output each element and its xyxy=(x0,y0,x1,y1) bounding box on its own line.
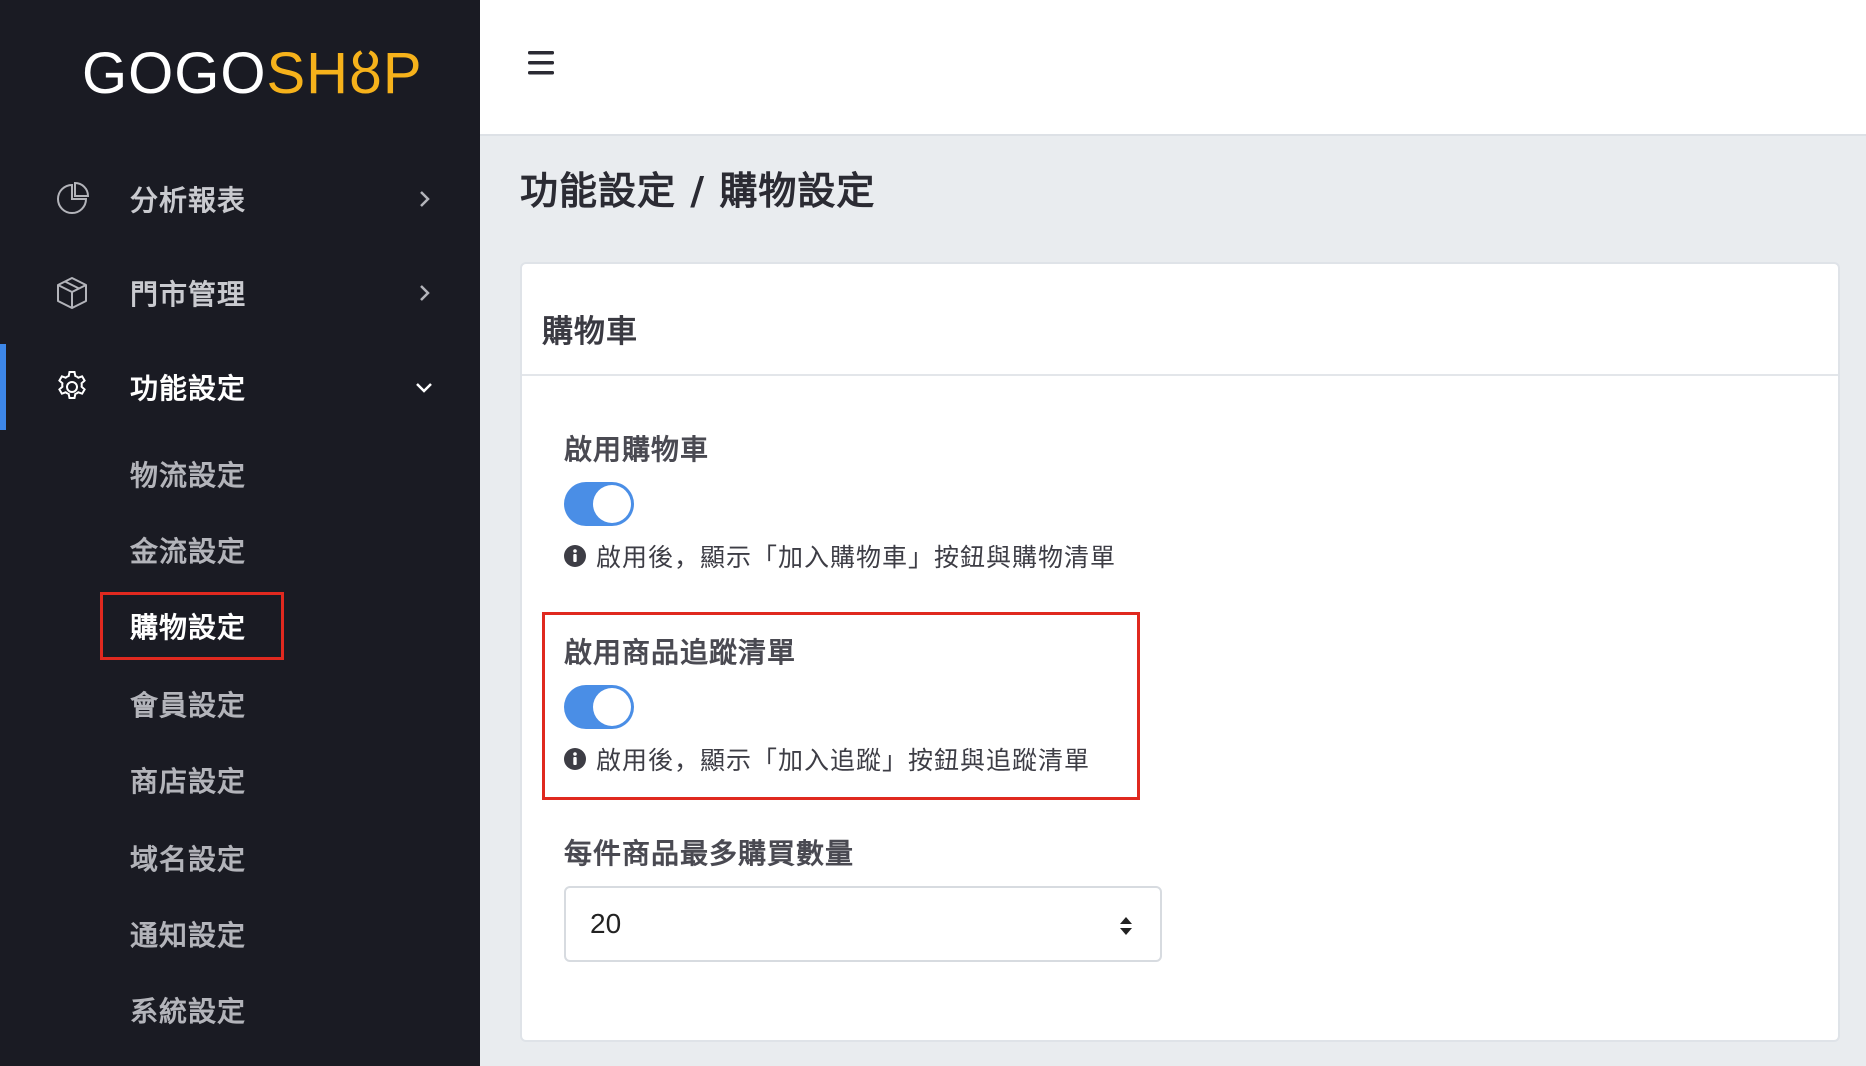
chevron-down-icon xyxy=(416,383,432,393)
help-text: 啟用後，顯示「加入追蹤」按鈕與追蹤清單 xyxy=(596,746,1091,775)
logo-text-p: P xyxy=(382,41,423,106)
sidebar-item-feature-settings[interactable]: 功能設定 xyxy=(0,344,480,430)
hamburger-menu-icon[interactable] xyxy=(526,48,556,78)
card-title: 購物車 xyxy=(542,314,638,350)
max-qty-label: 每件商品最多購買數量 xyxy=(564,837,855,870)
logo-text-gogo: GOGO xyxy=(82,41,267,106)
sidebar-subitem-shopping[interactable]: 購物設定 xyxy=(130,608,246,648)
sidebar-item-label: 分析報表 xyxy=(130,184,247,217)
toggle-knob xyxy=(593,688,631,726)
max-qty-value: 20 xyxy=(590,908,622,939)
sidebar-item-store-management[interactable]: 門市管理 xyxy=(0,250,480,336)
sidebar-subitem-notification[interactable]: 通知設定 xyxy=(130,916,246,956)
help-text: 啟用後，顯示「加入購物車」按鈕與購物清單 xyxy=(596,543,1117,572)
gogoshop-logo[interactable]: GOGOSHȣP xyxy=(82,44,423,104)
sidebar-item-analytics[interactable]: 分析報表 xyxy=(0,156,480,242)
sidebar-item-label: 功能設定 xyxy=(130,372,247,405)
wishlist-toggle[interactable] xyxy=(564,685,634,729)
sidebar-subitem-domain[interactable]: 域名設定 xyxy=(130,840,246,880)
toggle-knob xyxy=(593,485,631,523)
sidebar-subitem-store[interactable]: 商店設定 xyxy=(130,762,246,802)
cart-toggle[interactable] xyxy=(564,482,634,526)
logo-text-o: ȣ xyxy=(349,41,383,106)
box-icon xyxy=(57,277,87,309)
info-icon xyxy=(564,545,586,567)
cart-toggle-label: 啟用購物車 xyxy=(564,433,710,466)
gear-icon xyxy=(58,371,86,399)
chevron-right-icon xyxy=(420,285,430,301)
sidebar-subitem-member[interactable]: 會員設定 xyxy=(130,686,246,726)
cart-toggle-help: 啟用後，顯示「加入購物車」按鈕與購物清單 xyxy=(564,538,1116,574)
sidebar-subitem-system[interactable]: 系統設定 xyxy=(130,992,246,1032)
pie-chart-icon xyxy=(57,181,90,214)
cart-settings-card: 購物車 啟用購物車 啟用後，顯示「加入購物車」按鈕與購物清單 啟用商品追蹤清單 … xyxy=(520,262,1840,1042)
wishlist-toggle-label: 啟用商品追蹤清單 xyxy=(564,636,797,669)
info-icon xyxy=(564,748,586,770)
card-header: 購物車 xyxy=(522,264,1838,376)
page-title: 功能設定 / 購物設定 xyxy=(520,169,876,213)
sidebar-subitem-payment[interactable]: 金流設定 xyxy=(130,532,246,572)
updown-arrow-icon xyxy=(1120,917,1132,935)
wishlist-toggle-help: 啟用後，顯示「加入追蹤」按鈕與追蹤清單 xyxy=(564,741,1090,777)
max-qty-select[interactable]: 20 xyxy=(564,886,1162,962)
logo-text-sh: SH xyxy=(266,41,350,106)
top-bar xyxy=(480,0,1866,136)
sidebar-subitem-logistics[interactable]: 物流設定 xyxy=(130,456,246,496)
sidebar: GOGOSHȣP 分析報表 門市管理 功能設定 物流設定 金流設定 購物設定 會… xyxy=(0,0,480,1066)
sidebar-item-label: 門市管理 xyxy=(130,278,247,311)
chevron-right-icon xyxy=(420,191,430,207)
